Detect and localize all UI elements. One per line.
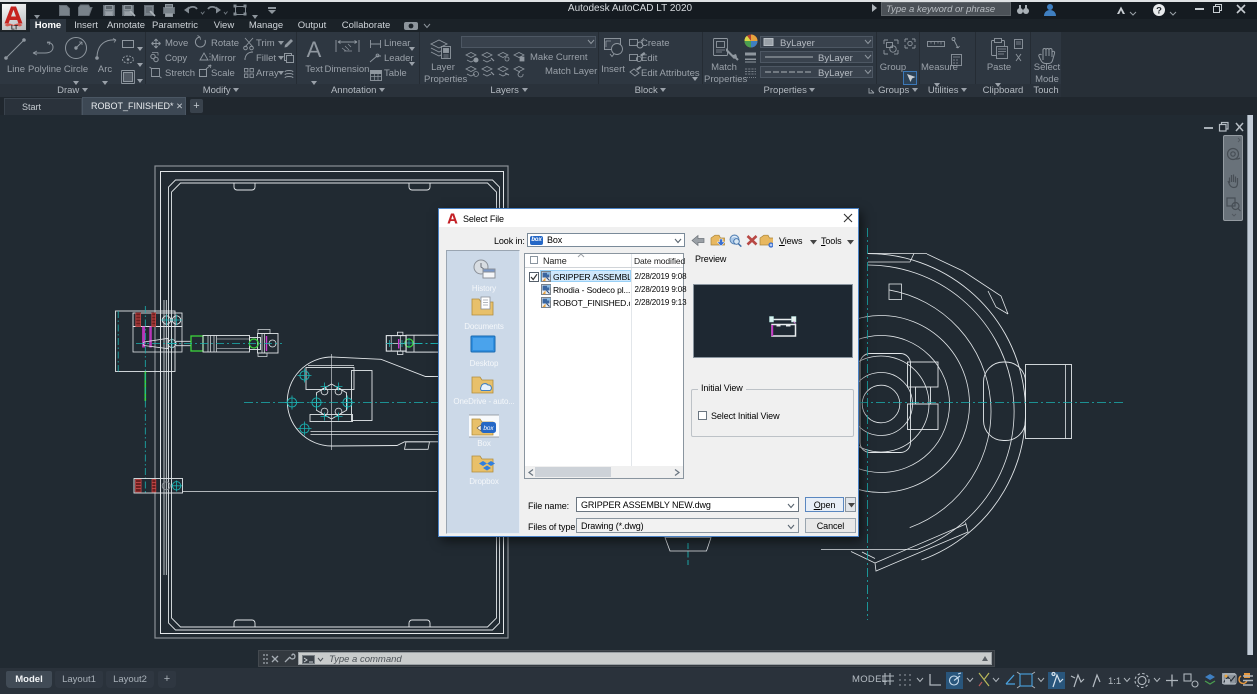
- svg-text:A: A: [307, 37, 322, 62]
- svg-text:?: ?: [1156, 6, 1162, 17]
- svg-text:box: box: [483, 425, 494, 432]
- svg-text:1:1: 1:1: [1108, 676, 1121, 687]
- svg-text:LT: LT: [11, 26, 18, 31]
